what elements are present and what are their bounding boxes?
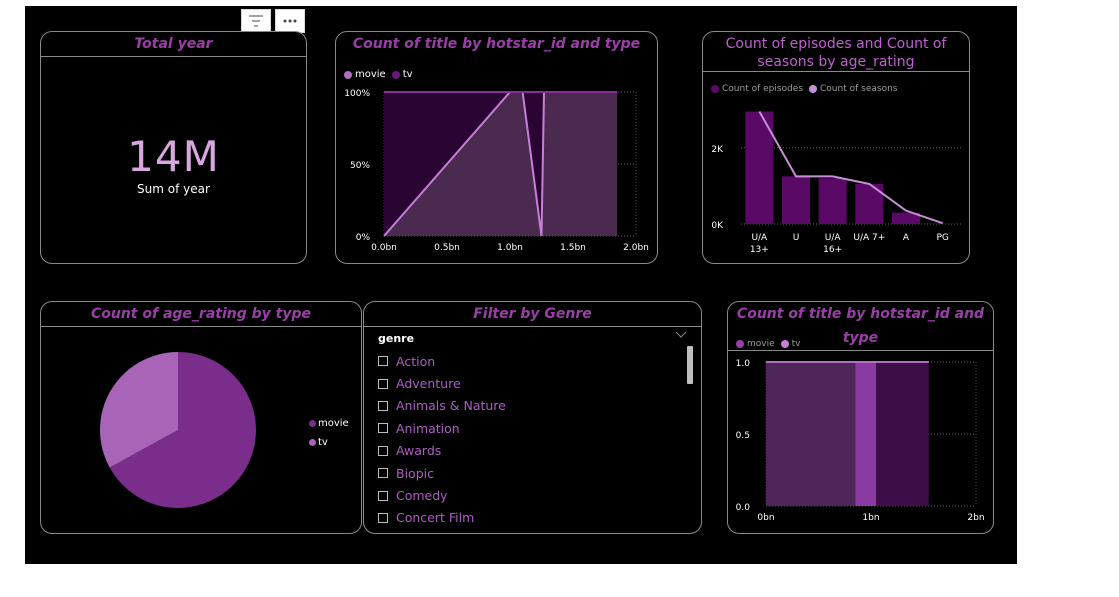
kpi-label: Sum of year <box>137 182 210 196</box>
x-tick-label: 1bn <box>862 513 879 523</box>
bar-episodes <box>782 176 810 224</box>
series-movie-area <box>876 362 929 506</box>
slicer-item[interactable]: Comedy <box>378 484 506 506</box>
kpi-value: 14M <box>127 132 220 181</box>
y-tick-label: 0.5 <box>736 431 750 441</box>
y-tick-label: 0% <box>356 233 371 243</box>
checkbox[interactable] <box>378 445 388 456</box>
slicer-scrollbar[interactable] <box>687 346 693 384</box>
x-tick-label: 1.5bn <box>560 243 586 253</box>
slicer-list: Action Adventure Animals & Nature Animation… <box>378 350 506 529</box>
x-tick-label: U/A 7+ <box>853 233 885 243</box>
x-tick-label: 1.0bn <box>497 243 523 253</box>
slicer-title: Filter by Genre <box>364 302 701 327</box>
x-tick-label: 0.5bn <box>434 243 460 253</box>
area-chart-plot: 100% 50% 0%0.0bn 0.5bn 1.0bn 1.5bn 2.0bn <box>344 89 649 253</box>
x-tick-label: 0bn <box>757 513 774 523</box>
filter-lines-icon <box>249 15 263 27</box>
area-chart2-card[interactable]: Count of title by hotstar_id and type mo… <box>727 301 994 534</box>
slicer-item[interactable]: Concert Film <box>378 507 506 529</box>
checkbox[interactable] <box>378 378 388 389</box>
area-chart-card[interactable]: Count of title by hotstar_id and type mo… <box>335 31 658 264</box>
area-chart2-plot: 1.0 0.5 0.0 0bn 1bn 2bn <box>736 359 985 523</box>
y-tick-label: 50% <box>350 161 370 171</box>
slicer-item[interactable]: Animals & Nature <box>378 395 506 417</box>
slicer-item-label: Concert Film <box>396 510 475 526</box>
checkbox[interactable] <box>378 512 388 523</box>
legend-movie[interactable]: movie <box>309 414 349 433</box>
x-tick-label: U/A <box>751 233 768 243</box>
report-canvas: Total year 14M Sum of year Count of titl… <box>25 6 1017 564</box>
x-tick-label: U/A <box>825 233 842 243</box>
slicer-item[interactable]: Action <box>378 350 506 372</box>
combo-chart-card[interactable]: Count of episodes and Count of seasons b… <box>702 31 970 264</box>
slicer-item-label: Adventure <box>396 376 461 392</box>
slicer-item[interactable]: Adventure <box>378 372 506 394</box>
checkbox[interactable] <box>378 468 388 479</box>
slicer-item-label: Animation <box>396 420 460 436</box>
slicer-item-label: Comedy <box>396 488 448 504</box>
more-options-icon <box>283 19 297 23</box>
checkbox[interactable] <box>378 356 388 367</box>
slicer-item-label: Action <box>396 353 436 369</box>
kpi-title: Total year <box>41 32 306 57</box>
more-options-button[interactable] <box>275 9 305 33</box>
x-tick-label: 13+ <box>750 245 769 255</box>
x-tick-label: 2.0bn <box>623 243 649 253</box>
filter-button[interactable] <box>241 9 271 33</box>
checkbox[interactable] <box>378 423 388 434</box>
slicer-item[interactable]: Awards <box>378 440 506 462</box>
x-tick-label: U <box>793 233 800 243</box>
kpi-card[interactable]: Total year 14M Sum of year <box>40 31 307 264</box>
slicer-item-label: Biopic <box>396 465 434 481</box>
chevron-down-icon[interactable] <box>676 332 686 338</box>
pie-legend: movie tv <box>309 414 349 452</box>
x-tick-label: 2bn <box>967 513 984 523</box>
x-tick-label: A <box>903 233 910 243</box>
slicer-item-label: Animals & Nature <box>396 398 506 414</box>
x-tick-label: 0.0bn <box>371 243 397 253</box>
y-tick-label: 2K <box>711 145 724 155</box>
x-tick-label: 16+ <box>823 245 842 255</box>
combo-chart-plot: 2K 0K U/A 13+ U U/A 16+ U/A 7+ A PG <box>711 111 961 255</box>
slicer-item-label: Awards <box>396 443 442 459</box>
checkbox[interactable] <box>378 400 388 411</box>
checkbox[interactable] <box>378 490 388 501</box>
y-tick-label: 0.0 <box>736 503 751 513</box>
bar-episodes <box>818 178 847 224</box>
x-tick-label: PG <box>936 233 948 243</box>
slicer-field-label: genre <box>378 332 415 345</box>
y-tick-label: 1.0 <box>736 359 751 369</box>
legend-tv[interactable]: tv <box>309 433 349 452</box>
genre-slicer-card[interactable]: Filter by Genre genre Action Adventure Ani… <box>363 301 702 534</box>
slicer-item[interactable]: Biopic <box>378 462 506 484</box>
y-tick-label: 0K <box>711 221 724 231</box>
series-tv-area <box>855 362 877 506</box>
pie-chart-card[interactable]: Count of age_rating by type movie tv <box>40 301 362 534</box>
slicer-item[interactable]: Animation <box>378 417 506 439</box>
y-tick-label: 100% <box>344 89 370 99</box>
series-movie-area <box>766 362 856 506</box>
